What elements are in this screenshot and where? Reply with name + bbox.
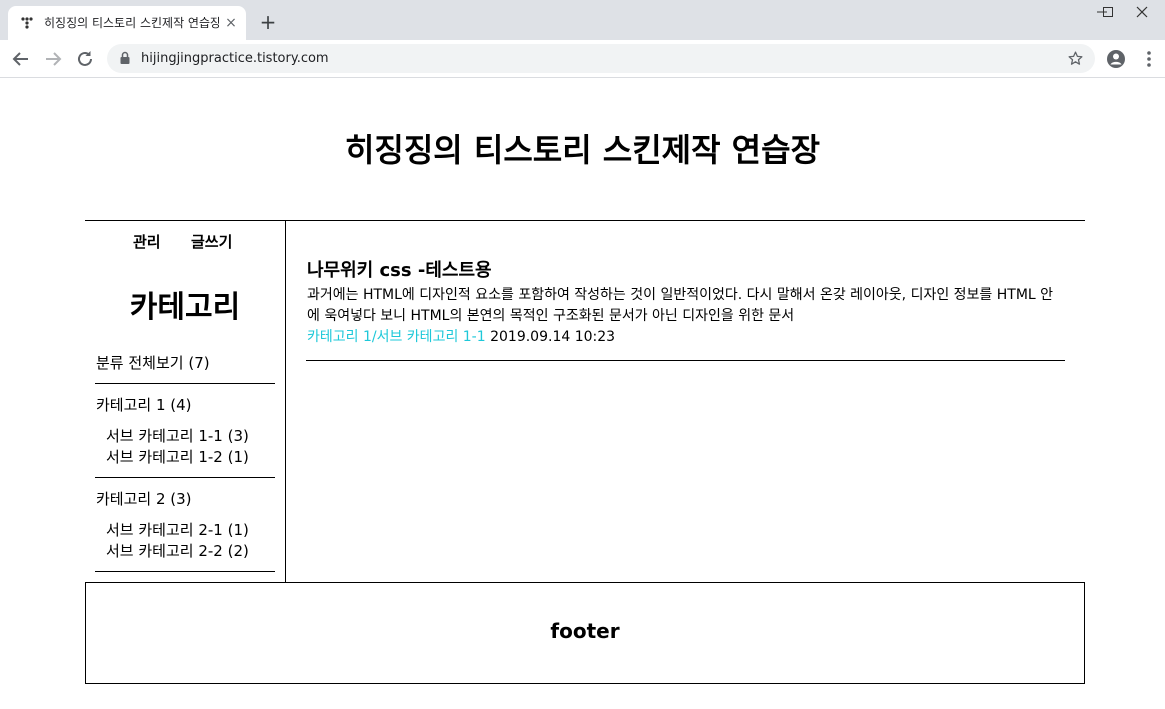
subcategory-2-1-link[interactable]: 서브 카테고리 2-1 (1) [106, 520, 249, 540]
reload-icon [78, 51, 92, 66]
subcategory-1-2-link[interactable]: 서브 카테고리 1-2 (1) [106, 447, 249, 467]
tab-title: 히징징의 티스토리 스킨제작 연습장 [44, 16, 219, 30]
post-divider [306, 360, 1065, 361]
forward-button[interactable] [42, 48, 64, 70]
footer: footer [85, 582, 1085, 684]
sidebar-divider [285, 220, 286, 582]
write-link[interactable]: 글쓰기 [191, 232, 232, 252]
tab-close-icon[interactable]: × [223, 15, 239, 31]
browser-tab[interactable]: 히징징의 티스토리 스킨제작 연습장 × [8, 6, 246, 40]
admin-link[interactable]: 관리 [133, 232, 161, 252]
subcategory-2-2-link[interactable]: 서브 카테고리 2-2 (2) [106, 541, 249, 561]
star-icon[interactable] [1067, 50, 1084, 67]
lock-icon [120, 51, 130, 64]
category-heading: 카테고리 [129, 290, 241, 325]
close-icon [1136, 6, 1148, 18]
category-divider [95, 477, 275, 478]
address-bar[interactable]: hijingjingpractice.tistory.com [107, 44, 1095, 73]
category-divider [95, 571, 275, 572]
new-tab-button[interactable]: + [257, 12, 279, 34]
post-category-link[interactable]: 카테고리 1/서브 카테고리 1-1 [307, 329, 486, 345]
url-text: hijingjingpractice.tistory.com [141, 51, 329, 66]
forward-arrow-icon [46, 52, 62, 66]
subcategory-1-1-link[interactable]: 서브 카테고리 1-1 (3) [106, 426, 249, 446]
category-1-link[interactable]: 카테고리 1 (4) [96, 395, 192, 415]
layout-top-divider [85, 220, 1085, 221]
category-2-link[interactable]: 카테고리 2 (3) [96, 489, 192, 509]
post-excerpt: 과거에는 HTML에 디자인적 요소를 포함하여 작성하는 것이 일반적이었다.… [307, 287, 1054, 324]
back-arrow-icon [12, 52, 28, 66]
back-button[interactable] [10, 48, 32, 70]
category-all-link[interactable]: 분류 전체보기 (7) [96, 353, 210, 373]
tistory-favicon [21, 17, 33, 29]
menu-dots-icon[interactable] [1140, 49, 1158, 69]
footer-text: footer [550, 619, 620, 643]
maximize-icon [1103, 7, 1113, 17]
close-window-button[interactable] [1119, 0, 1165, 28]
blog-title[interactable]: 히징징의 티스토리 스킨제작 연습장 [0, 128, 1165, 172]
reload-button[interactable] [74, 48, 96, 70]
tab-strip: 히징징의 티스토리 스킨제작 연습장 × + [0, 0, 1165, 40]
category-divider [95, 383, 275, 384]
browser-toolbar: hijingjingpractice.tistory.com [0, 40, 1165, 78]
post-meta: 카테고리 1/서브 카테고리 1-1 2019.09.14 10:23 [307, 327, 615, 347]
post-title-link[interactable]: 나무위키 css -테스트용 [307, 259, 492, 283]
post-date: 2019.09.14 10:23 [490, 329, 616, 345]
profile-icon[interactable] [1106, 49, 1126, 69]
